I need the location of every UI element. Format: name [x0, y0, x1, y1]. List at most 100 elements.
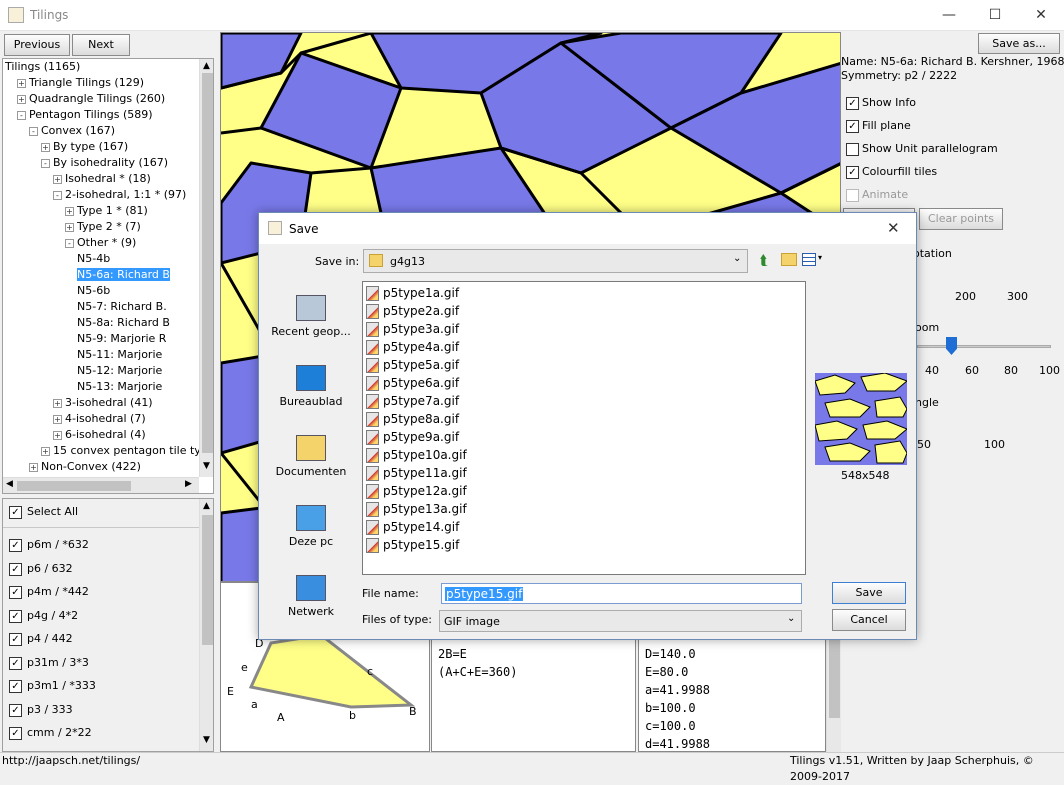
- symmetry-checkbox[interactable]: ✓: [9, 680, 22, 693]
- tree-node[interactable]: N5-6b: [77, 283, 110, 299]
- file-item[interactable]: p5type2a.gif: [366, 302, 459, 320]
- option-checkbox[interactable]: ✓: [846, 97, 859, 110]
- file-item[interactable]: p5type15.gif: [366, 536, 459, 554]
- tree-node[interactable]: N5-13: Marjorie: [77, 379, 162, 395]
- symmetry-scrollbar[interactable]: ▲ ▼: [199, 499, 213, 751]
- tree-hscroll-thumb[interactable]: [17, 481, 131, 491]
- previous-button[interactable]: Previous: [4, 34, 70, 56]
- tree-horizontal-scrollbar[interactable]: ◀ ▶: [3, 477, 199, 493]
- tree-node[interactable]: +4-isohedral (7): [53, 411, 146, 427]
- file-item[interactable]: p5type12a.gif: [366, 482, 467, 500]
- tree-node[interactable]: N5-8a: Richard B: [77, 315, 170, 331]
- file-item[interactable]: p5type5a.gif: [366, 356, 459, 374]
- tree-node[interactable]: N5-4b: [77, 251, 110, 267]
- select-all-checkbox[interactable]: ✓: [9, 506, 22, 519]
- option-checkbox[interactable]: ✓: [846, 166, 859, 179]
- filename-input[interactable]: p5type15.gif: [441, 583, 802, 604]
- expand-icon[interactable]: +: [65, 206, 74, 216]
- scroll-up-icon[interactable]: ▲: [203, 61, 210, 71]
- zoom-slider-thumb[interactable]: [946, 337, 957, 355]
- collapse-icon[interactable]: -: [17, 110, 26, 120]
- tree-scroll-thumb[interactable]: [202, 73, 213, 453]
- scroll-down-icon[interactable]: ▼: [203, 461, 210, 471]
- file-item[interactable]: p5type10a.gif: [366, 446, 467, 464]
- symmetry-checkbox[interactable]: ✓: [9, 609, 22, 623]
- save-button[interactable]: Save: [832, 582, 906, 604]
- dialog-close-icon[interactable]: ✕: [887, 219, 900, 237]
- maximize-icon[interactable]: ☐: [972, 0, 1018, 31]
- tree-node[interactable]: + By type (167): [41, 139, 128, 155]
- cancel-button[interactable]: Cancel: [832, 609, 906, 631]
- expand-icon[interactable]: +: [53, 174, 62, 184]
- expand-icon[interactable]: +: [41, 446, 50, 456]
- collapse-icon[interactable]: -: [53, 190, 62, 200]
- file-item[interactable]: p5type13a.gif: [366, 500, 467, 518]
- symmetry-checkbox[interactable]: ✓: [9, 727, 22, 740]
- tree-node[interactable]: + Triangle Tilings (129): [17, 75, 144, 91]
- tree-node[interactable]: -2-isohedral, 1:1 * (97): [53, 187, 186, 203]
- scroll-up-icon[interactable]: ▲: [203, 501, 210, 511]
- tree-node[interactable]: + Isohedral * (18): [53, 171, 151, 187]
- expand-icon[interactable]: +: [17, 78, 26, 88]
- file-item[interactable]: p5type9a.gif: [366, 428, 459, 446]
- scroll-down-icon[interactable]: ▼: [203, 735, 210, 745]
- filetype-combo[interactable]: GIF image ⌄: [439, 610, 802, 632]
- documents-place[interactable]: Documenten: [269, 435, 353, 478]
- file-list[interactable]: p5type1a.gif p5type2a.gif p5type3a.gif p5ty…: [362, 281, 806, 575]
- file-item[interactable]: p5type7a.gif: [366, 392, 459, 410]
- option-checkbox[interactable]: [846, 143, 859, 156]
- tree-vertical-scrollbar[interactable]: ▲ ▼: [199, 59, 213, 477]
- view-menu-chevron-icon[interactable]: ▾: [818, 253, 822, 262]
- file-item[interactable]: p5type14.gif: [366, 518, 459, 536]
- tree-node[interactable]: - Convex (167): [29, 123, 115, 139]
- expand-icon[interactable]: +: [53, 398, 62, 408]
- tree-node[interactable]: - By isohedrality (167): [41, 155, 168, 171]
- new-folder-icon[interactable]: [781, 253, 797, 266]
- clear-points-button[interactable]: Clear points: [919, 208, 1003, 230]
- recent-places[interactable]: Recent geop...: [269, 295, 353, 338]
- collapse-icon[interactable]: -: [65, 238, 74, 248]
- tree-node[interactable]: Tilings (1165): [5, 59, 80, 75]
- file-item[interactable]: p5type8a.gif: [366, 410, 459, 428]
- this-pc-place[interactable]: Deze pc: [269, 505, 353, 548]
- expand-icon[interactable]: +: [53, 414, 62, 424]
- scroll-left-icon[interactable]: ◀: [6, 479, 13, 489]
- symmetry-checkbox[interactable]: ✓: [9, 586, 22, 599]
- close-icon[interactable]: ✕: [1018, 0, 1064, 31]
- symmetry-scroll-thumb[interactable]: [202, 515, 213, 645]
- tree-node[interactable]: +6-isohedral (4): [53, 427, 146, 443]
- expand-icon[interactable]: +: [41, 142, 50, 152]
- desktop-place[interactable]: Bureaublad: [269, 365, 353, 408]
- file-item[interactable]: p5type3a.gif: [366, 320, 459, 338]
- expand-icon[interactable]: +: [65, 222, 74, 232]
- zoom-slider-track[interactable]: [917, 345, 1051, 348]
- file-item[interactable]: p5type11a.gif: [366, 464, 467, 482]
- tree-node[interactable]: - Pentagon Tilings (589): [17, 107, 153, 123]
- symmetry-checkbox[interactable]: ✓: [9, 562, 22, 576]
- tree-node[interactable]: N5-6a: Richard B: [77, 267, 170, 283]
- collapse-icon[interactable]: -: [41, 158, 50, 168]
- symmetry-checkbox[interactable]: ✓: [9, 539, 22, 552]
- tree-node[interactable]: N5-9: Marjorie R: [77, 331, 166, 347]
- tiling-tree[interactable]: Tilings (1165) + Triangle Tilings (129) + Qu…: [2, 58, 214, 494]
- tree-node[interactable]: N5-11: Marjorie: [77, 347, 162, 363]
- collapse-icon[interactable]: -: [29, 126, 38, 136]
- next-button[interactable]: Next: [72, 34, 130, 56]
- symmetry-checkbox[interactable]: ✓: [9, 703, 22, 717]
- tree-node[interactable]: - Other * (9): [65, 235, 136, 251]
- save-in-combo[interactable]: g4g13 ⌄: [363, 249, 748, 273]
- option-checkbox[interactable]: ✓: [846, 120, 859, 133]
- tree-node[interactable]: + Quadrangle Tilings (260): [17, 91, 165, 107]
- network-place[interactable]: Netwerk: [269, 575, 353, 618]
- expand-icon[interactable]: +: [17, 94, 26, 104]
- save-as-button[interactable]: Save as...: [978, 33, 1060, 54]
- view-menu-icon[interactable]: [802, 253, 816, 266]
- expand-icon[interactable]: +: [29, 462, 38, 472]
- scroll-right-icon[interactable]: ▶: [185, 479, 192, 489]
- tree-node[interactable]: +3-isohedral (41): [53, 395, 153, 411]
- expand-icon[interactable]: +: [53, 430, 62, 440]
- tree-node[interactable]: N5-7: Richard B.: [77, 299, 167, 315]
- tree-node[interactable]: + Non-Convex (422): [29, 459, 141, 475]
- file-item[interactable]: p5type4a.gif: [366, 338, 459, 356]
- symmetry-checkbox[interactable]: ✓: [9, 633, 22, 646]
